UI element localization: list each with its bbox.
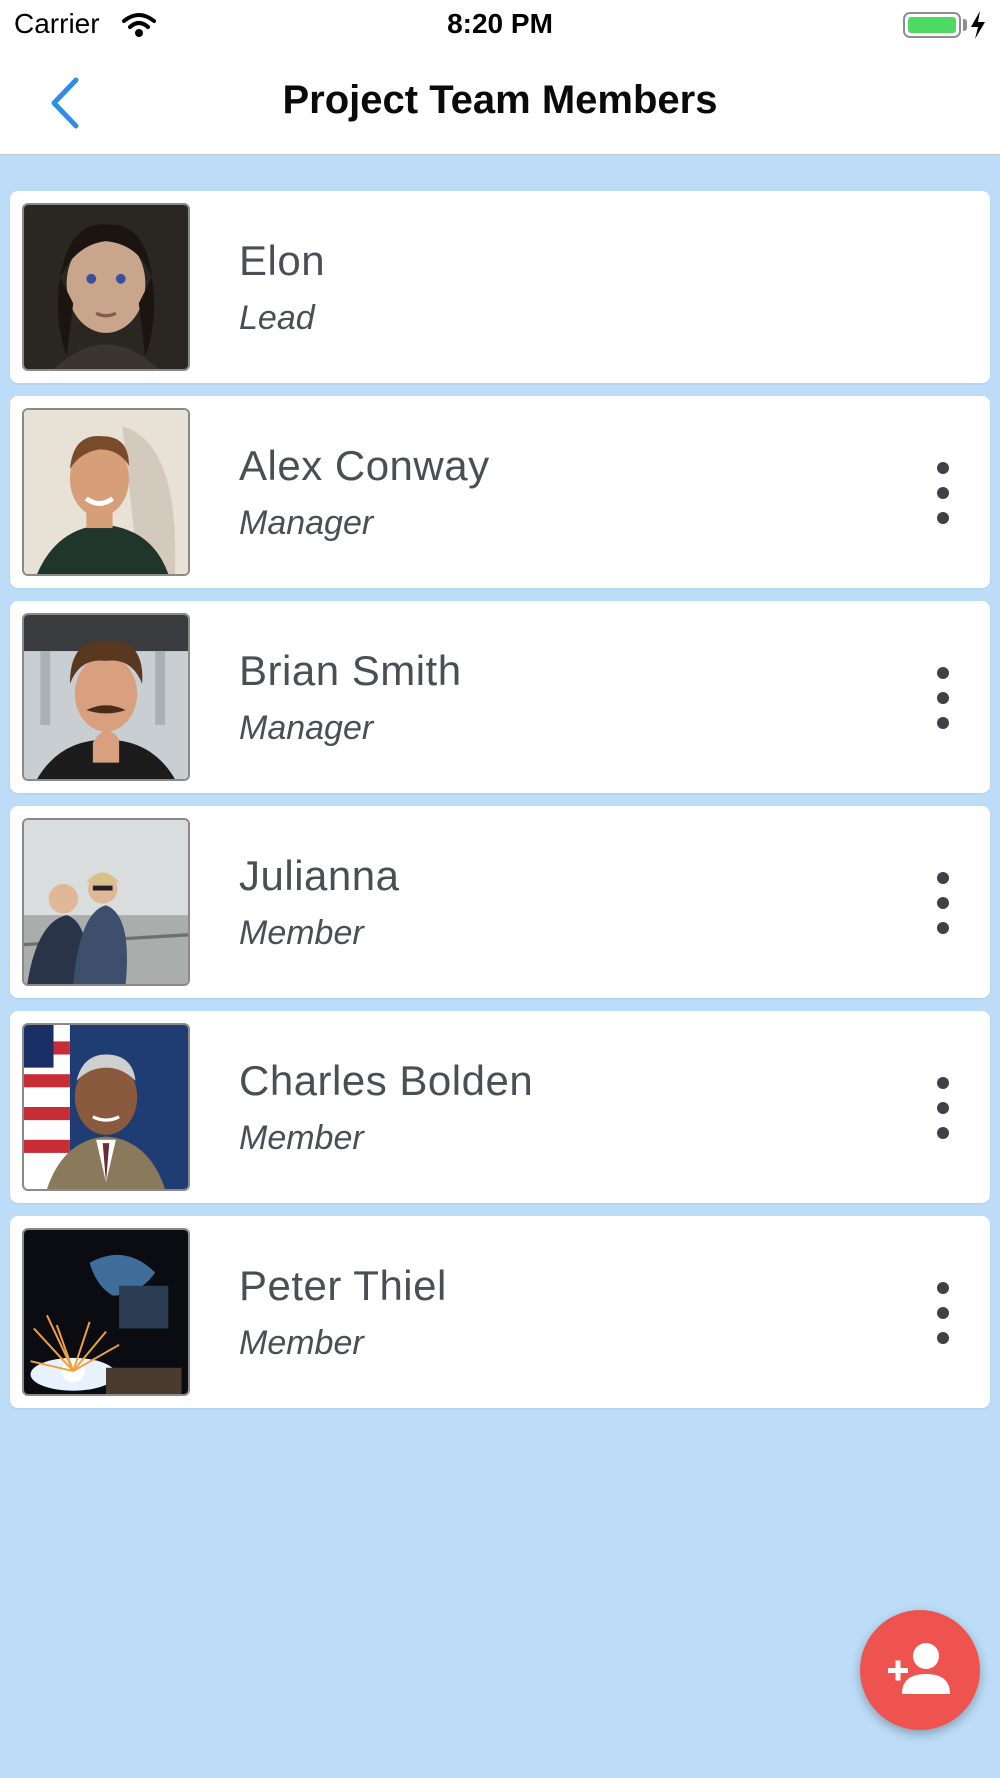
more-options-button[interactable] xyxy=(930,872,956,934)
avatar-photo xyxy=(24,820,188,984)
charging-bolt-icon xyxy=(971,11,985,39)
more-vertical-icon xyxy=(937,667,949,679)
more-vertical-icon xyxy=(937,487,949,499)
more-vertical-icon xyxy=(937,922,949,934)
more-vertical-icon xyxy=(937,1127,949,1139)
avatar xyxy=(22,408,190,576)
member-card[interactable]: Charles Bolden Member xyxy=(10,1011,990,1203)
more-vertical-icon xyxy=(937,1077,949,1089)
more-vertical-icon xyxy=(937,692,949,704)
member-card[interactable]: Julianna Member xyxy=(10,806,990,998)
more-vertical-icon xyxy=(937,1282,949,1294)
member-role: Member xyxy=(239,1119,364,1157)
avatar-photo xyxy=(24,410,188,574)
avatar xyxy=(22,818,190,986)
member-role: Member xyxy=(239,914,364,952)
member-card[interactable]: Elon Lead xyxy=(10,191,990,383)
more-options-button[interactable] xyxy=(930,462,956,524)
member-role: Manager xyxy=(239,504,374,542)
more-vertical-icon xyxy=(937,462,949,474)
member-name: Elon xyxy=(239,237,326,284)
more-vertical-icon xyxy=(937,1332,949,1344)
more-vertical-icon xyxy=(937,717,949,729)
status-bar: Carrier 8:20 PM xyxy=(0,0,1000,52)
member-list: Elon Lead Alex Conway Manager Brian Smit… xyxy=(10,191,990,1421)
more-options-button[interactable] xyxy=(930,667,956,729)
status-time: 8:20 PM xyxy=(447,8,553,39)
avatar xyxy=(22,1228,190,1396)
nav-bar: Project Team Members xyxy=(0,52,1000,155)
member-card[interactable]: Alex Conway Manager xyxy=(10,396,990,588)
avatar-photo xyxy=(24,1025,188,1189)
more-vertical-icon xyxy=(937,1307,949,1319)
avatar xyxy=(22,1023,190,1191)
more-vertical-icon xyxy=(937,1102,949,1114)
member-name: Brian Smith xyxy=(239,647,462,694)
member-role: Manager xyxy=(239,709,374,747)
avatar-photo xyxy=(24,1230,188,1394)
more-options-button[interactable] xyxy=(930,1077,956,1139)
member-role: Member xyxy=(239,1324,364,1362)
more-vertical-icon xyxy=(937,872,949,884)
avatar-photo xyxy=(24,615,188,779)
add-member-button[interactable] xyxy=(860,1610,980,1730)
battery-icon xyxy=(903,12,961,38)
member-card[interactable]: Brian Smith Manager xyxy=(10,601,990,793)
battery-tip xyxy=(963,19,967,31)
more-vertical-icon xyxy=(937,897,949,909)
member-name: Peter Thiel xyxy=(239,1262,447,1309)
member-card[interactable]: Peter Thiel Member xyxy=(10,1216,990,1408)
member-name: Charles Bolden xyxy=(239,1057,534,1104)
more-vertical-icon xyxy=(937,512,949,524)
avatar-photo xyxy=(24,205,188,369)
member-name: Alex Conway xyxy=(239,442,490,489)
avatar xyxy=(22,203,190,371)
more-options-button[interactable] xyxy=(930,1282,956,1344)
avatar xyxy=(22,613,190,781)
add-person-icon xyxy=(888,1643,950,1694)
member-role: Lead xyxy=(239,299,315,337)
member-name: Julianna xyxy=(239,852,400,899)
page-title: Project Team Members xyxy=(282,78,718,122)
